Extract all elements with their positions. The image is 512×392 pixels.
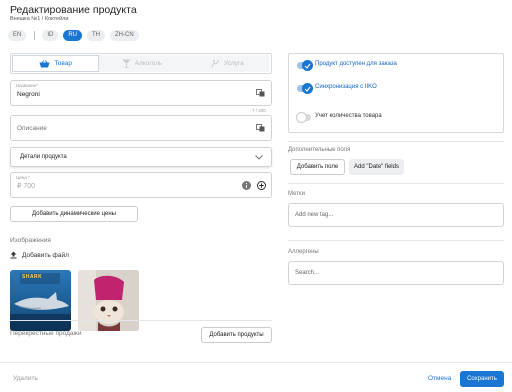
save-button[interactable]: Сохранить — [460, 371, 504, 387]
service-hand-icon — [211, 59, 220, 68]
tags-title: Метки — [288, 191, 305, 197]
tags-divider — [288, 183, 504, 184]
tab-service-label: Услуга — [223, 60, 244, 67]
add-circle-icon[interactable] — [257, 181, 266, 190]
name-char-counter: 7 / 200 — [252, 108, 266, 113]
shark-image[interactable]: SHARK — [10, 270, 71, 331]
delete-button[interactable]: Удалить — [13, 375, 38, 382]
stock-tracking-toggle[interactable] — [296, 112, 311, 123]
check-icon — [302, 60, 313, 71]
tab-product-label: Товар — [54, 60, 73, 67]
tags-placeholder: Add new tag... — [295, 212, 334, 218]
language-switcher: EN ID RU TH ZH-CN — [8, 29, 144, 41]
add-products-button[interactable]: Добавить продукты — [201, 327, 272, 343]
add-file-button[interactable]: Добавить файл — [10, 251, 69, 259]
translate-icon[interactable] — [256, 89, 265, 97]
add-dynamic-prices-button[interactable]: Добавить динамические цены — [10, 206, 138, 222]
orderable-label: Продукт доступен для заказа — [315, 61, 397, 67]
edit-product-page: Редактирование продукта Внешка №1 / Кокт… — [0, 0, 512, 392]
stock-tracking-label: Учет количества товара — [315, 113, 382, 119]
price-field[interactable]: Цена * ₽ 700 — [10, 172, 272, 198]
cross-sales-title: Перекрестные продажи — [10, 330, 82, 337]
check-icon — [302, 83, 313, 94]
product-details-label: Детали продукта — [20, 154, 67, 160]
tab-alcohol-label: Алкоголь — [134, 60, 163, 67]
add-field-button[interactable]: Добавить поле — [290, 159, 345, 175]
upload-icon — [10, 251, 17, 259]
lang-en[interactable]: EN — [8, 29, 27, 41]
lang-divider — [34, 30, 36, 40]
add-date-fields-button[interactable]: Add "Date" fields — [349, 159, 404, 175]
info-icon[interactable] — [242, 181, 251, 190]
shark-image-caption: SHARK — [22, 274, 43, 280]
chevron-down-icon — [255, 155, 263, 160]
product-details-accordion[interactable]: Детали продукта — [10, 147, 272, 167]
orderable-toggle[interactable] — [297, 60, 313, 71]
tab-product[interactable]: Товар — [12, 55, 100, 72]
lang-id[interactable]: ID — [42, 29, 59, 41]
name-field[interactable]: Название* Negroni — [10, 80, 272, 106]
allergens-title: Аллергены — [288, 249, 319, 255]
extra-fields-title: Дополнительные поля — [288, 147, 351, 153]
name-label: Название* — [16, 83, 38, 88]
breadcrumb: Внешка №1 / Коктейли — [10, 16, 69, 22]
allergens-divider — [288, 240, 504, 241]
description-field[interactable]: Описание — [10, 115, 272, 141]
allergens-search-input[interactable]: Search... — [288, 261, 504, 285]
tab-alcohol[interactable]: Алкоголь — [99, 55, 185, 72]
lang-ru[interactable]: RU — [63, 29, 83, 41]
footer-bar: Удалить Отмена Сохранить — [0, 362, 512, 392]
extra-fields-divider — [288, 141, 504, 142]
add-file-label: Добавить файл — [22, 251, 69, 259]
lang-th[interactable]: TH — [87, 29, 106, 41]
cat-picture — [78, 270, 139, 331]
basket-icon — [39, 59, 50, 67]
iiko-sync-toggle[interactable] — [297, 83, 313, 94]
tab-service[interactable]: Услуга — [184, 55, 270, 72]
toggle-knob — [296, 112, 307, 123]
page-title: Редактирование продукта — [10, 4, 137, 16]
description-placeholder: Описание — [17, 125, 47, 132]
lang-zh-cn[interactable]: ZH-CN — [110, 29, 139, 41]
allergens-placeholder: Search... — [295, 270, 320, 276]
name-value: Negroni — [17, 91, 40, 98]
images-section-title: Изображения — [10, 237, 51, 244]
price-label: Цена * — [16, 175, 30, 180]
cat-in-hat-image[interactable] — [78, 270, 139, 331]
cross-sales-divider — [10, 320, 272, 321]
translate-icon[interactable] — [256, 124, 265, 132]
product-type-tabs: Товар Алкоголь Услуга — [10, 53, 272, 74]
iiko-sync-label: Синхронизация с IIKO — [315, 84, 377, 90]
tags-input[interactable]: Add new tag... — [288, 203, 504, 227]
cocktail-glass-icon — [122, 59, 131, 68]
cancel-button[interactable]: Отмена — [428, 375, 451, 382]
price-placeholder: ₽ 700 — [17, 183, 36, 190]
